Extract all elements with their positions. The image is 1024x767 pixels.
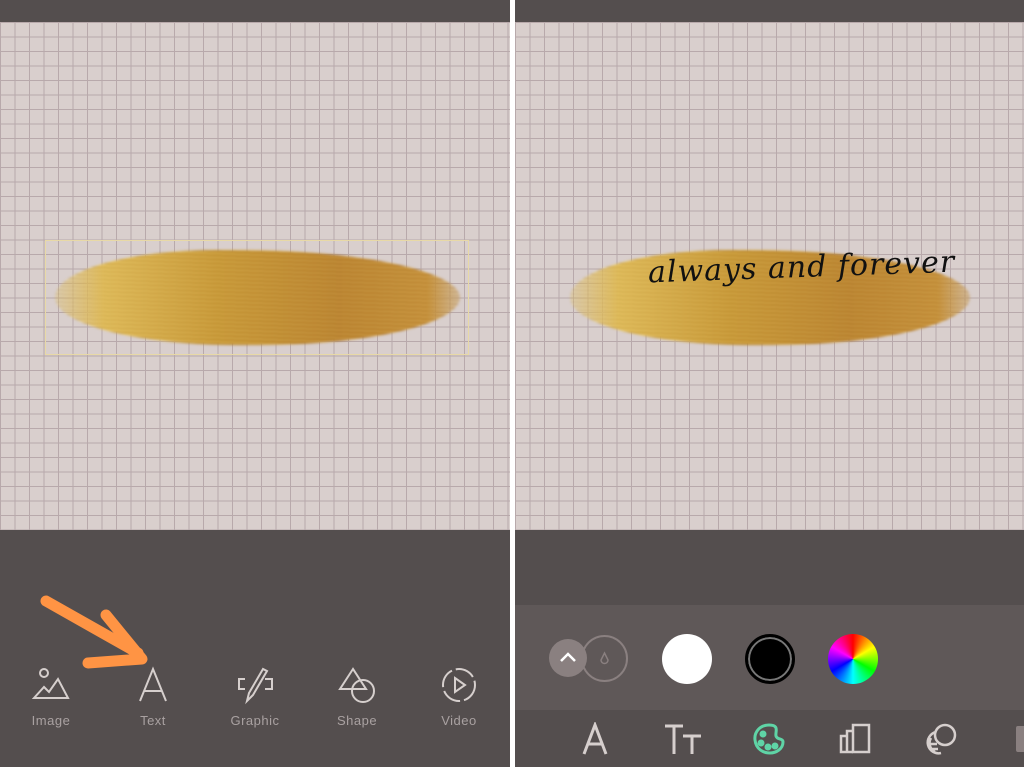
- chevron-up-icon: [560, 652, 576, 662]
- tool-shape[interactable]: Shape: [317, 665, 397, 728]
- selection-box: [45, 240, 469, 355]
- droplet-icon: [600, 651, 609, 665]
- tool-label: Shape: [336, 713, 378, 728]
- color-picker: [515, 605, 1024, 710]
- color-swatch-black[interactable]: [745, 634, 795, 684]
- design-canvas[interactable]: always and forever: [515, 22, 1024, 530]
- scroll-indicator: [1016, 726, 1024, 752]
- video-icon: [442, 668, 476, 702]
- collapse-button[interactable]: [549, 639, 587, 677]
- right-editor-panel: always and forever: [515, 0, 1024, 767]
- tool-label: Video: [441, 713, 477, 728]
- palette-icon[interactable]: [752, 722, 786, 756]
- font-icon[interactable]: [578, 722, 612, 756]
- tool-video[interactable]: Video: [419, 665, 499, 728]
- tool-label: Image: [31, 713, 71, 728]
- color-swatch-white[interactable]: [662, 634, 712, 684]
- effects-icon[interactable]: [925, 722, 959, 756]
- annotation-arrow: [40, 595, 148, 669]
- tool-label: Text: [140, 713, 166, 728]
- alignment-icon[interactable]: [838, 722, 872, 756]
- text-options-toolbar: [515, 710, 1024, 767]
- design-canvas[interactable]: [0, 22, 510, 530]
- shape-icon: [338, 667, 375, 703]
- eyedropper-button[interactable]: [581, 635, 628, 682]
- tool-graphic[interactable]: Graphic: [215, 665, 295, 728]
- color-wheel-button[interactable]: [828, 634, 878, 684]
- left-editor-panel: Image Text Graphic Shape Video: [0, 0, 510, 767]
- text-size-icon[interactable]: [663, 722, 703, 756]
- tool-label: Graphic: [230, 713, 280, 728]
- graphic-icon: [238, 667, 273, 705]
